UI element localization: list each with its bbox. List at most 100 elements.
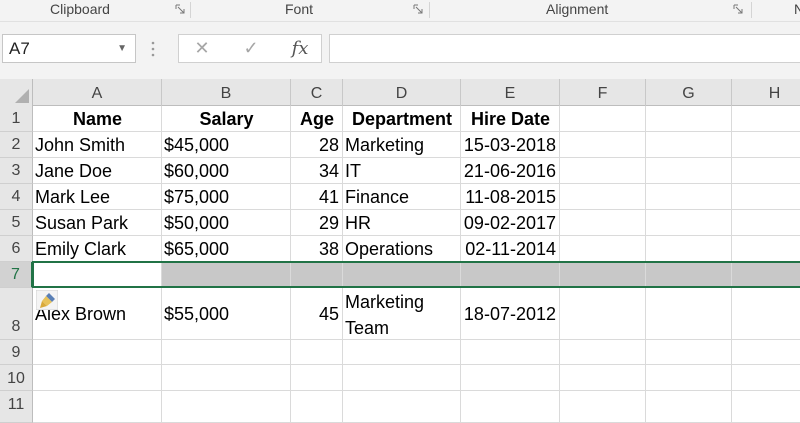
column-header-g[interactable]: G [646,79,732,106]
active-cell[interactable] [33,262,162,288]
row-header-7[interactable]: 7 [0,262,33,288]
cell[interactable] [291,340,343,365]
cell[interactable] [560,210,646,236]
cell[interactable] [646,340,732,365]
cell-age[interactable]: 28 [291,132,343,158]
cell[interactable] [732,158,800,184]
cell-salary[interactable]: $60,000 [162,158,291,184]
cell-hire-date[interactable] [461,262,560,288]
cell-department[interactable]: Marketing Team [343,288,461,340]
cell-age[interactable] [291,262,343,288]
cell[interactable] [560,391,646,423]
cell[interactable] [646,262,732,288]
grip-icon[interactable] [150,40,156,58]
cell-department[interactable] [343,262,461,288]
cell[interactable] [162,340,291,365]
cancel-icon[interactable]: ✕ [187,35,217,62]
header-cell-department[interactable]: Department [343,106,461,132]
column-header-a[interactable]: A [33,79,162,106]
cell-department[interactable]: Marketing [343,132,461,158]
cell-name[interactable]: Emily Clark [33,236,162,262]
row-header-9[interactable]: 9 [0,340,33,365]
cell[interactable] [343,340,461,365]
enter-icon[interactable]: ✓ [236,35,266,62]
cell[interactable] [560,106,646,132]
row-header-5[interactable]: 5 [0,210,33,236]
cell[interactable] [560,158,646,184]
row-header-11[interactable]: 11 [0,391,33,423]
cell[interactable] [732,184,800,210]
dialog-launcher-icon[interactable] [413,4,423,14]
cell-salary[interactable]: $50,000 [162,210,291,236]
cell[interactable] [33,340,162,365]
cell-department[interactable]: Operations [343,236,461,262]
cell[interactable] [732,340,800,365]
cell[interactable] [646,210,732,236]
cell[interactable] [646,391,732,423]
cell[interactable] [732,288,800,340]
cell[interactable] [461,340,560,365]
cell[interactable] [646,106,732,132]
cell[interactable] [646,132,732,158]
cell[interactable] [732,236,800,262]
header-cell-salary[interactable]: Salary [162,106,291,132]
cell[interactable] [291,391,343,423]
column-header-c[interactable]: C [291,79,343,106]
row-header-10[interactable]: 10 [0,365,33,391]
insert-function-button[interactable]: fx [285,35,315,62]
row-header-3[interactable]: 3 [0,158,33,184]
cell[interactable] [343,391,461,423]
cell-age[interactable]: 45 [291,288,343,340]
header-cell-age[interactable]: Age [291,106,343,132]
cell[interactable] [732,365,800,391]
cell-salary[interactable]: $45,000 [162,132,291,158]
cell-hire-date[interactable]: 02-11-2014 [461,236,560,262]
row-header-1[interactable]: 1 [0,106,33,132]
cell-salary[interactable]: $55,000 [162,288,291,340]
name-box[interactable]: A7 ▼ [2,34,136,63]
cell-department[interactable]: HR [343,210,461,236]
cell[interactable] [33,391,162,423]
cell-hire-date[interactable]: 21-06-2016 [461,158,560,184]
cell[interactable] [291,365,343,391]
cell-department[interactable]: IT [343,158,461,184]
cell[interactable] [646,158,732,184]
cell[interactable] [343,365,461,391]
cell[interactable] [732,210,800,236]
cell[interactable] [162,365,291,391]
cell[interactable] [560,288,646,340]
column-header-e[interactable]: E [461,79,560,106]
dialog-launcher-icon[interactable] [733,4,743,14]
cell-name[interactable]: Mark Lee [33,184,162,210]
cell-salary[interactable]: $75,000 [162,184,291,210]
row-header-8[interactable]: 8 [0,288,33,340]
cell-hire-date[interactable]: 15-03-2018 [461,132,560,158]
cell[interactable] [732,106,800,132]
cell[interactable] [646,365,732,391]
cell-hire-date[interactable]: 18-07-2012 [461,288,560,340]
cell[interactable] [560,184,646,210]
row-header-2[interactable]: 2 [0,132,33,158]
dialog-launcher-icon[interactable] [175,4,185,14]
cell[interactable] [732,391,800,423]
column-header-h[interactable]: H [732,79,800,106]
cell-name[interactable]: Susan Park [33,210,162,236]
cell[interactable] [461,365,560,391]
cell-department[interactable]: Finance [343,184,461,210]
cell[interactable] [560,236,646,262]
cell-salary[interactable]: $65,000 [162,236,291,262]
paste-brush-icon[interactable] [36,290,58,310]
chevron-down-icon[interactable]: ▼ [117,35,127,62]
cell-age[interactable]: 29 [291,210,343,236]
cell-name[interactable]: Jane Doe [33,158,162,184]
cell[interactable] [560,132,646,158]
cell-hire-date[interactable]: 11-08-2015 [461,184,560,210]
column-header-d[interactable]: D [343,79,461,106]
cell-name[interactable]: John Smith [33,132,162,158]
cell[interactable] [461,391,560,423]
row-header-4[interactable]: 4 [0,184,33,210]
cell[interactable] [560,262,646,288]
cell-age[interactable]: 34 [291,158,343,184]
cell[interactable] [646,184,732,210]
cell-age[interactable]: 38 [291,236,343,262]
